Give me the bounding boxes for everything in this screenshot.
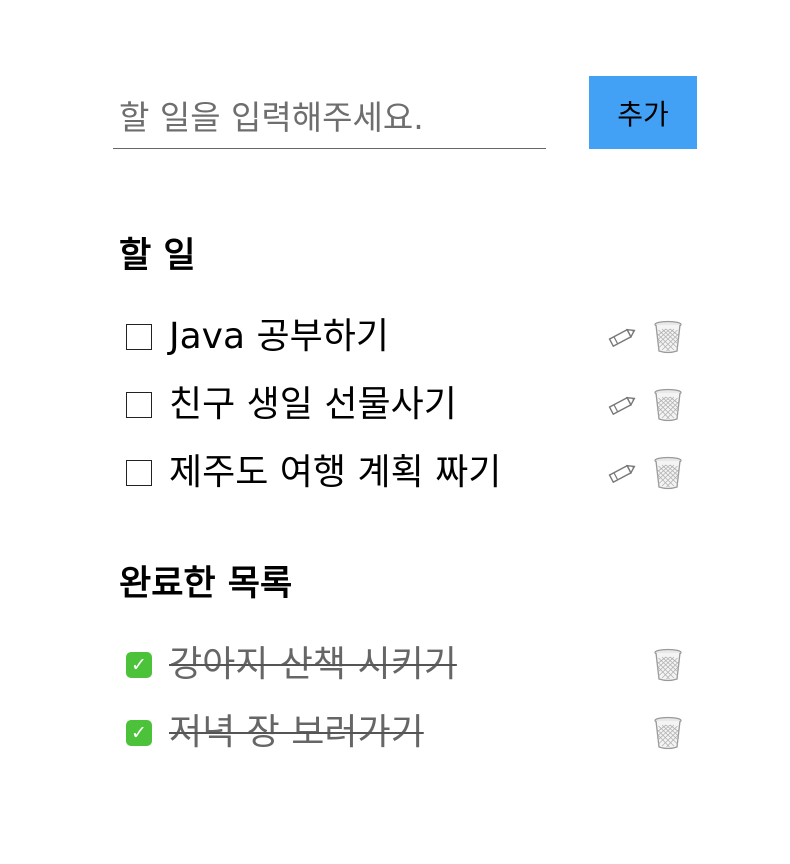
completed-section-title: 완료한 목록 [119, 564, 293, 604]
delete-button[interactable] [652, 647, 684, 683]
wastebasket-icon [654, 388, 682, 422]
pencil-icon [608, 464, 636, 484]
todo-item: 친구 생일 선물사기 [126, 372, 686, 440]
completed-item: ✓ 강아지 산책 시키기 [126, 632, 686, 700]
todo-list: Java 공부하기 친구 생일 선물사기 제주도 여행 계획 짜기 [126, 304, 686, 508]
todo-checkbox[interactable] [126, 460, 152, 486]
add-todo-form: 추가 [113, 76, 697, 150]
check-mark-icon[interactable]: ✓ [126, 652, 152, 678]
add-button[interactable]: 추가 [589, 76, 697, 149]
delete-button[interactable] [652, 715, 684, 751]
todo-checkbox[interactable] [126, 324, 152, 350]
pencil-icon [608, 396, 636, 416]
todo-input[interactable] [113, 86, 546, 149]
pencil-icon [608, 328, 636, 348]
todo-item-text: 제주도 여행 계획 짜기 [169, 452, 502, 493]
todo-section-title: 할 일 [119, 236, 196, 276]
wastebasket-icon [654, 648, 682, 682]
delete-button[interactable] [652, 455, 684, 491]
todo-app: 추가 할 일 Java 공부하기 [0, 0, 790, 864]
edit-button[interactable] [606, 319, 638, 355]
check-mark-icon[interactable]: ✓ [126, 720, 152, 746]
todo-item-text: Java 공부하기 [169, 316, 389, 357]
completed-list: ✓ 강아지 산책 시키기 ✓ 저녁 장 보러가기 [126, 632, 686, 768]
delete-button[interactable] [652, 319, 684, 355]
wastebasket-icon [654, 320, 682, 354]
completed-item: ✓ 저녁 장 보러가기 [126, 700, 686, 768]
todo-checkbox[interactable] [126, 392, 152, 418]
todo-item-text: 친구 생일 선물사기 [169, 384, 457, 425]
edit-button[interactable] [606, 387, 638, 423]
todo-item: 제주도 여행 계획 짜기 [126, 440, 686, 508]
wastebasket-icon [654, 716, 682, 750]
completed-item-text: 저녁 장 보러가기 [169, 712, 424, 753]
edit-button[interactable] [606, 455, 638, 491]
delete-button[interactable] [652, 387, 684, 423]
todo-item: Java 공부하기 [126, 304, 686, 372]
wastebasket-icon [654, 456, 682, 490]
completed-item-text: 강아지 산책 시키기 [169, 644, 457, 685]
